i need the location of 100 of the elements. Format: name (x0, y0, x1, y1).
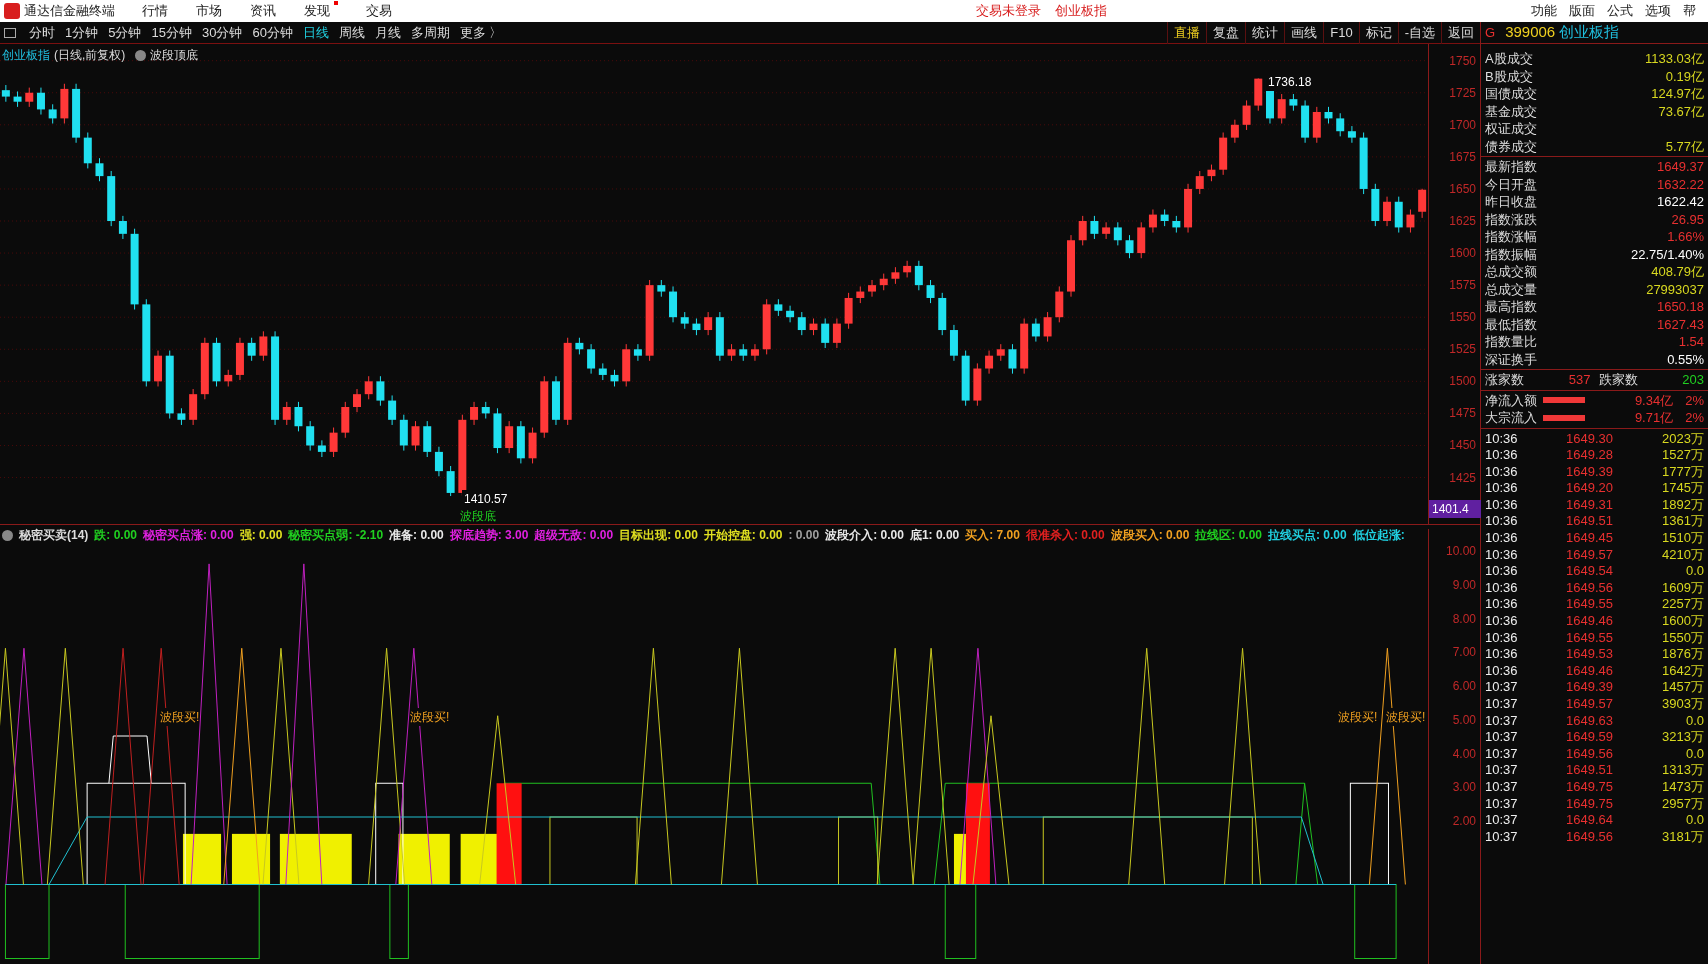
indicator-value: 目标出现: 0.00 (619, 527, 698, 544)
tick-volume: 1642万 (1661, 662, 1704, 680)
menu-item[interactable]: 资讯 (236, 1, 290, 21)
candlestick (1113, 221, 1122, 246)
menu-item[interactable]: 市场 (182, 1, 236, 21)
axis-label: 8.00 (1452, 610, 1476, 628)
row-value: 73.67亿 (1658, 102, 1704, 120)
toolbar-button[interactable]: 统计 (1245, 21, 1285, 44)
tick-volume: 4210万 (1661, 546, 1704, 564)
period-tab[interactable]: 分时 (24, 22, 60, 43)
tick-price: 1649.55 (1566, 596, 1613, 614)
tick-time: 10:36 (1485, 447, 1519, 464)
row-value: 27993037 (1646, 280, 1704, 298)
period-tab[interactable]: 1分钟 (60, 22, 104, 43)
chart-title[interactable]: 创业板指 (2, 46, 50, 64)
candlestick (1102, 221, 1111, 240)
row-value: 5.77亿 (1665, 137, 1704, 155)
tick-price: 1649.30 (1566, 430, 1613, 448)
indicator-value: 很准杀入: 0.00 (1025, 527, 1105, 544)
tick-price: 1649.51 (1566, 513, 1613, 531)
row-value: 1133.03亿 (1644, 50, 1704, 68)
candlestick (1031, 317, 1040, 343)
login-status[interactable]: 交易未登录 (976, 1, 1041, 21)
toolbar-button[interactable]: -自选 (1397, 21, 1441, 44)
tick-price: 1649.55 (1566, 629, 1613, 647)
period-tab[interactable]: 更多 〉 (454, 22, 508, 43)
candlestick (587, 343, 596, 375)
tick-price: 1649.64 (1566, 812, 1613, 829)
axis-label: 1450 (1449, 438, 1476, 453)
period-tab[interactable]: 15分钟 (146, 22, 197, 43)
panel-toggle-icon[interactable] (4, 27, 16, 38)
period-tab[interactable]: 60分钟 (247, 22, 298, 43)
indicator-value: 准备: 0.00 (389, 527, 444, 544)
tick-volume: 2023万 (1661, 430, 1704, 448)
candlestick (821, 317, 830, 349)
row-label: 指数涨跌 (1485, 210, 1537, 228)
candlestick (329, 427, 338, 458)
indicator-value: : 0.00 (788, 527, 820, 544)
axis-label: 1500 (1449, 374, 1476, 389)
advance-count: 537 (1568, 371, 1591, 389)
period-tab[interactable]: 5分钟 (103, 22, 147, 43)
menu-item[interactable]: 发现 (290, 1, 352, 21)
period-tab[interactable]: 多周期 (405, 22, 455, 43)
menu-item[interactable]: 交易 (352, 1, 406, 21)
tick-time: 10:37 (1485, 778, 1519, 796)
candlestick (294, 401, 303, 432)
row-value: 1.54 (1678, 333, 1704, 351)
indicator-name[interactable]: 波段顶底 (150, 46, 199, 64)
row-label: 最低指数 (1485, 315, 1537, 333)
row-value: 124.97亿 (1651, 85, 1704, 103)
candlestick (317, 439, 326, 458)
tick-price: 1649.51 (1566, 762, 1613, 779)
menu-item[interactable]: 选项 (1645, 1, 1671, 21)
toolbar-button[interactable]: 画线 (1284, 21, 1324, 44)
candlestick (247, 337, 256, 362)
indicator-title[interactable]: 秘密买卖(14) (19, 526, 89, 544)
toolbar-button[interactable]: 标记 (1358, 21, 1398, 44)
toolbar-button[interactable]: F10 (1323, 21, 1359, 44)
index-link[interactable]: 创业板指 (1055, 1, 1107, 21)
row-label: 基金成交 (1485, 102, 1537, 120)
tick-volume: 3181万 (1661, 828, 1704, 846)
row-value: 0.55% (1667, 350, 1704, 368)
tick-volume: 2957万 (1661, 795, 1704, 813)
candlestick (1230, 119, 1239, 144)
period-tab[interactable]: 日线 (297, 22, 334, 43)
candlestick (411, 420, 420, 452)
period-tab[interactable]: 30分钟 (196, 22, 248, 43)
tick-price: 1649.56 (1566, 745, 1613, 763)
flow-percent: 2% (1685, 409, 1704, 427)
period-tab[interactable]: 月线 (369, 22, 406, 43)
axis-label: 1425 (1449, 470, 1476, 485)
toolbar-button[interactable]: 返回 (1441, 21, 1480, 44)
candlestick (259, 330, 268, 362)
tick-volume: 0.0 (1684, 712, 1704, 730)
tick-time: 10:37 (1485, 812, 1519, 829)
menu-item[interactable]: 行情 (128, 1, 182, 21)
menu-item[interactable]: 功能 (1531, 1, 1557, 21)
tick-volume: 1313万 (1661, 762, 1704, 779)
candlestick (1078, 215, 1087, 246)
candlestick (470, 401, 479, 426)
candlestick (832, 317, 841, 349)
tick-volume: 1527万 (1661, 447, 1704, 464)
menu-item[interactable]: 帮 (1683, 1, 1696, 21)
axis-label: 1550 (1449, 310, 1476, 325)
menu-item[interactable]: 公式 (1607, 1, 1633, 21)
buy-signal-label: 波段买! (160, 707, 200, 726)
flow-bar (1543, 397, 1585, 404)
menu-item[interactable]: 版面 (1569, 1, 1595, 21)
axis-label: 1675 (1449, 149, 1476, 164)
tick-volume: 1609万 (1661, 579, 1704, 597)
toolbar-button[interactable]: 直播 (1167, 21, 1207, 44)
row-value: 1622.42 (1657, 193, 1704, 211)
tick-time: 10:37 (1485, 762, 1519, 779)
tick-price: 1649.59 (1566, 729, 1613, 746)
tick-time: 10:36 (1485, 546, 1519, 564)
period-tab[interactable]: 周线 (333, 22, 370, 43)
tick-price: 1649.57 (1566, 546, 1613, 564)
axis-label: 1600 (1449, 246, 1476, 261)
toolbar-button[interactable]: 复盘 (1206, 21, 1246, 44)
tick-volume: 1457万 (1661, 679, 1704, 696)
